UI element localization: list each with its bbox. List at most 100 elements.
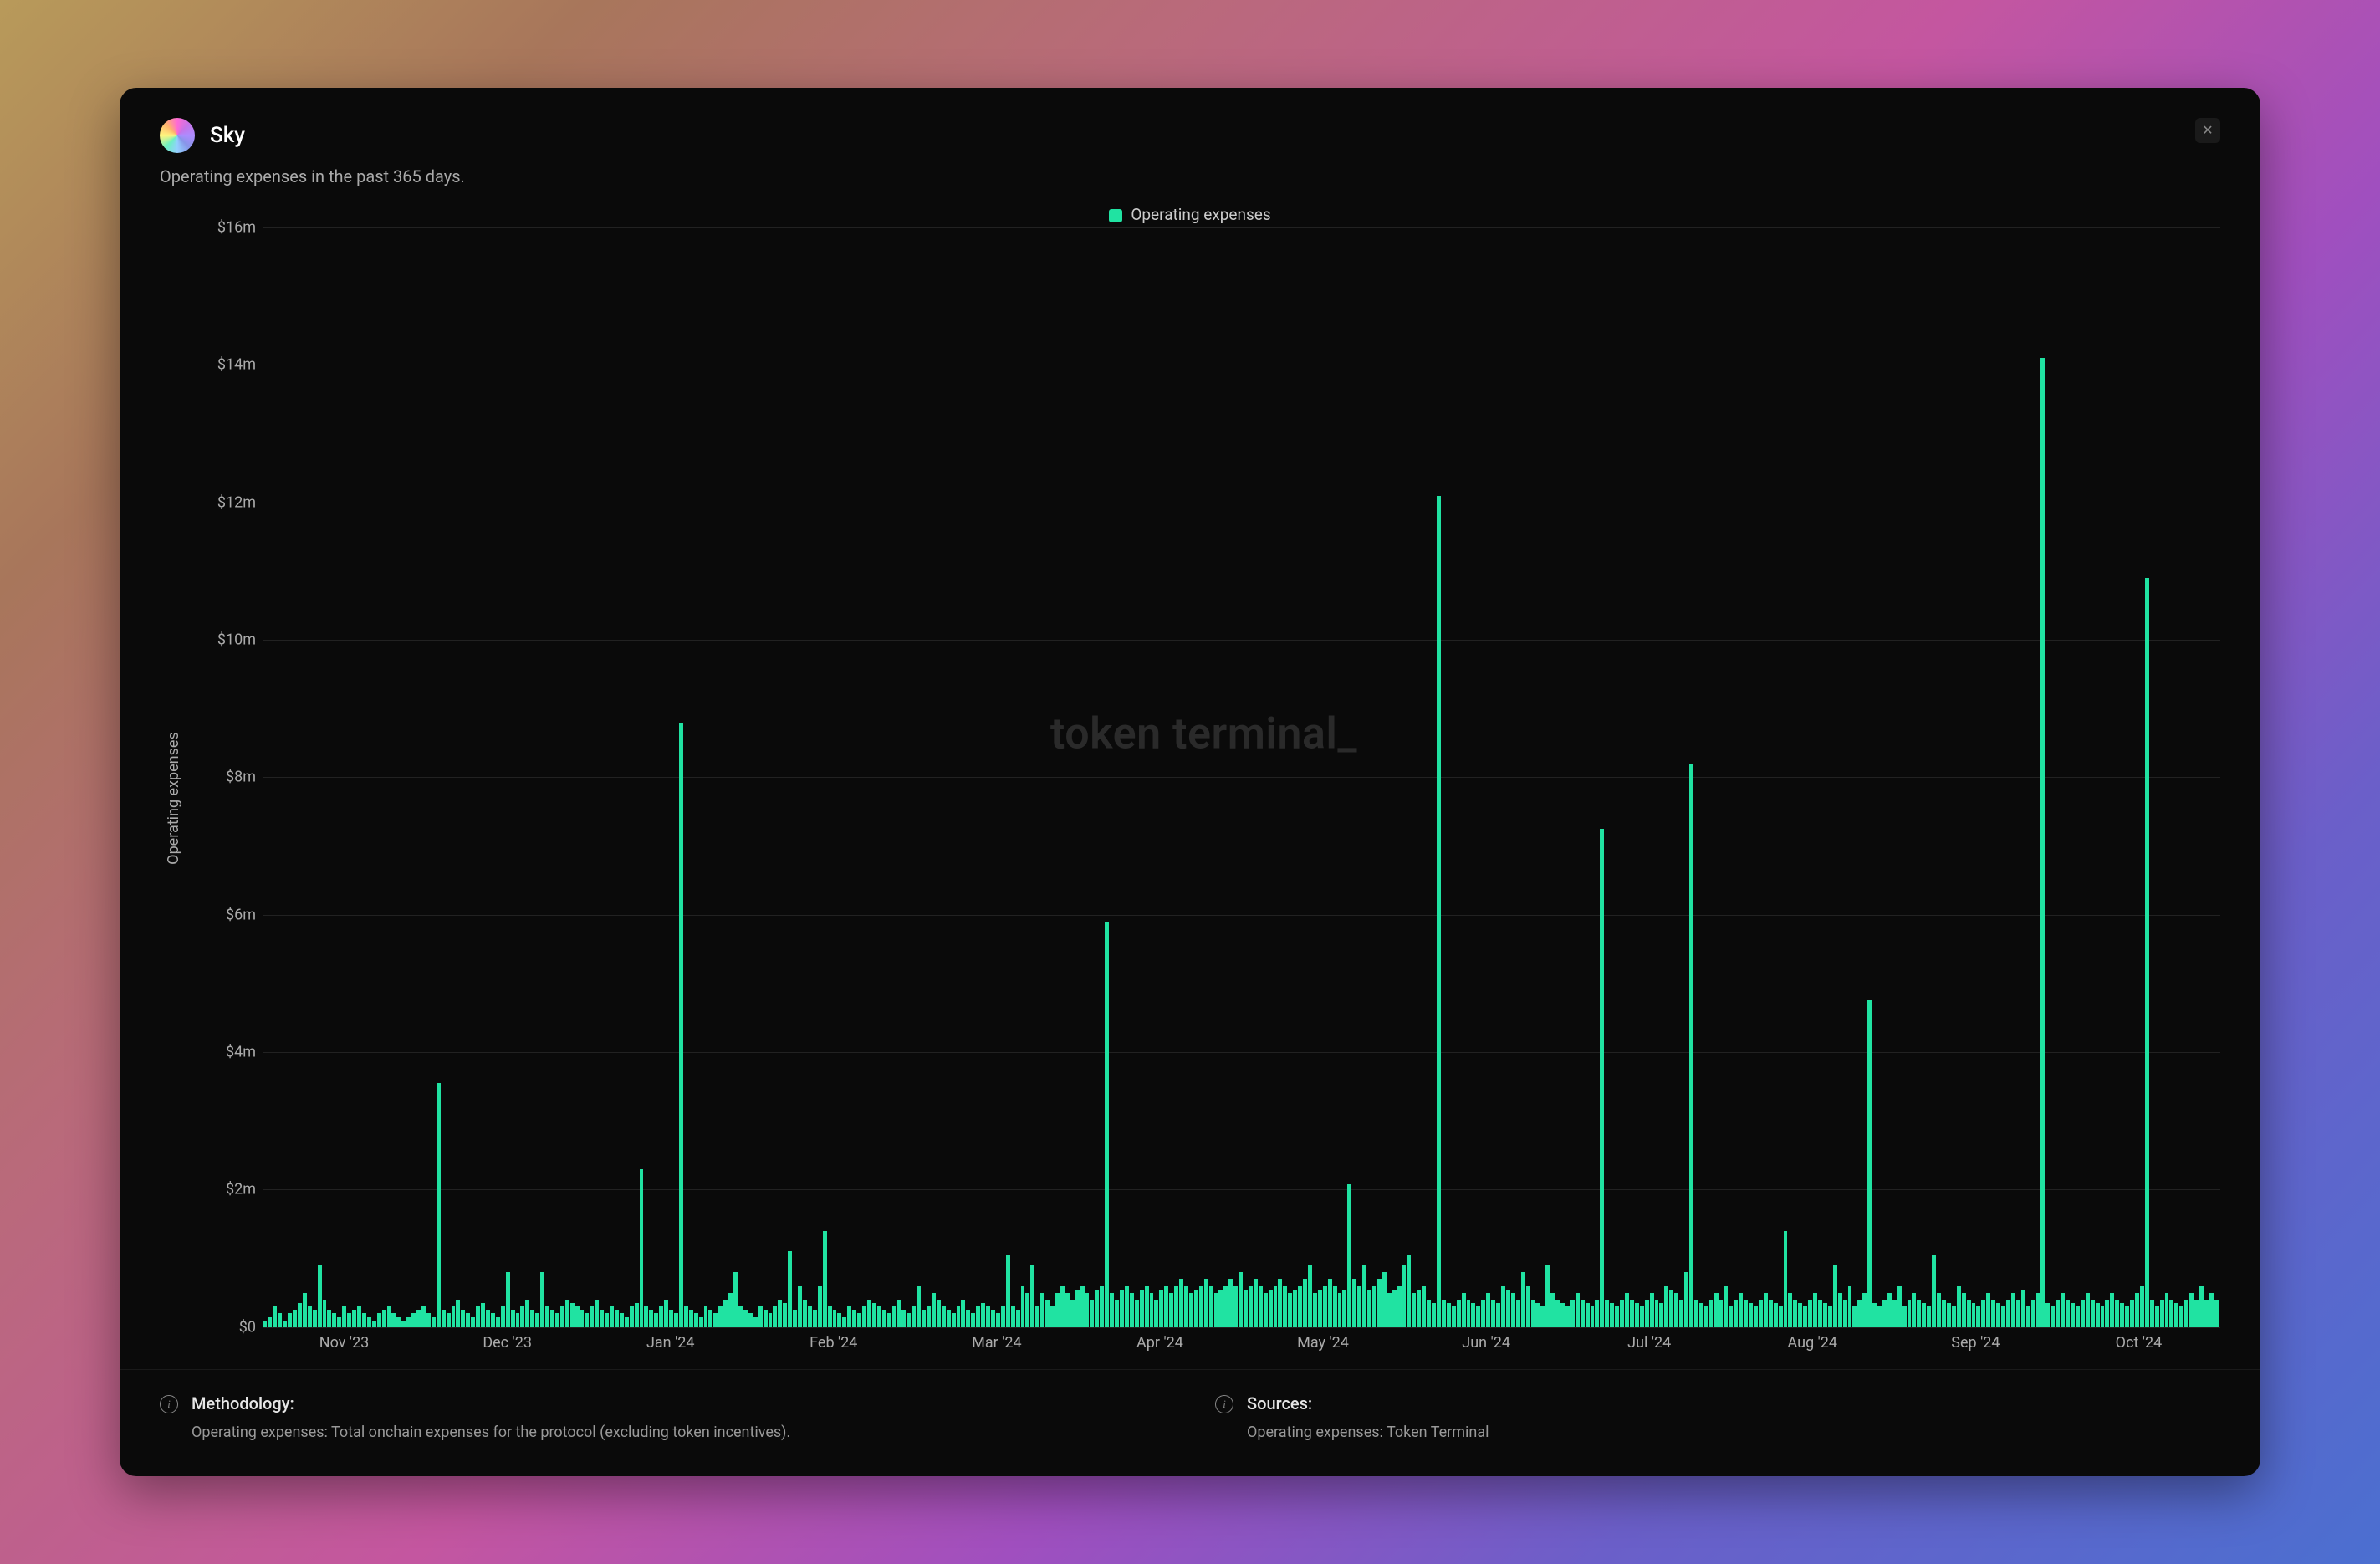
bar[interactable] bbox=[2086, 1293, 2090, 1327]
bar[interactable] bbox=[2081, 1300, 2085, 1327]
bar[interactable] bbox=[877, 1306, 881, 1327]
bar[interactable] bbox=[773, 1306, 777, 1327]
bar[interactable] bbox=[1303, 1279, 1307, 1327]
bar[interactable] bbox=[1917, 1300, 1921, 1327]
bar[interactable] bbox=[580, 1310, 585, 1327]
bar[interactable] bbox=[808, 1306, 812, 1327]
bar[interactable] bbox=[1967, 1300, 1971, 1327]
bar[interactable] bbox=[694, 1313, 698, 1326]
bar[interactable] bbox=[1447, 1303, 1451, 1327]
bar[interactable] bbox=[1278, 1279, 1282, 1327]
bar[interactable] bbox=[783, 1303, 787, 1327]
bar[interactable] bbox=[496, 1317, 500, 1327]
bar[interactable] bbox=[1110, 1293, 1114, 1327]
bar[interactable] bbox=[1714, 1293, 1719, 1327]
bar[interactable] bbox=[303, 1293, 307, 1327]
bar[interactable] bbox=[981, 1303, 985, 1327]
bar[interactable] bbox=[833, 1310, 837, 1327]
bar[interactable] bbox=[1972, 1303, 1976, 1327]
bar[interactable] bbox=[1947, 1303, 1951, 1327]
bar[interactable] bbox=[476, 1306, 480, 1327]
bar[interactable] bbox=[1724, 1286, 1728, 1327]
bar[interactable] bbox=[1630, 1300, 1634, 1327]
bar[interactable] bbox=[2199, 1286, 2204, 1327]
bar[interactable] bbox=[416, 1310, 421, 1327]
bar[interactable] bbox=[1591, 1306, 1595, 1327]
bar[interactable] bbox=[897, 1300, 901, 1327]
bar[interactable] bbox=[2115, 1300, 2119, 1327]
bar[interactable] bbox=[2040, 358, 2045, 1327]
bar[interactable] bbox=[2001, 1306, 2005, 1327]
bar[interactable] bbox=[1981, 1300, 1985, 1327]
bar[interactable] bbox=[1962, 1293, 1966, 1327]
bar[interactable] bbox=[867, 1300, 871, 1327]
bar[interactable] bbox=[1823, 1303, 1827, 1327]
bar[interactable] bbox=[1852, 1306, 1857, 1327]
bar[interactable] bbox=[1145, 1286, 1149, 1327]
bar[interactable] bbox=[625, 1317, 629, 1327]
bar[interactable] bbox=[2120, 1303, 2124, 1327]
bar[interactable] bbox=[535, 1313, 539, 1326]
bar[interactable] bbox=[1001, 1306, 1005, 1327]
bar[interactable] bbox=[2110, 1293, 2114, 1327]
bar[interactable] bbox=[753, 1317, 758, 1327]
bar[interactable] bbox=[1244, 1290, 1248, 1327]
bar[interactable] bbox=[1635, 1303, 1639, 1327]
bar[interactable] bbox=[273, 1306, 277, 1327]
bar[interactable] bbox=[426, 1313, 431, 1326]
bar[interactable] bbox=[630, 1306, 634, 1327]
bar[interactable] bbox=[733, 1272, 738, 1327]
bar[interactable] bbox=[1021, 1286, 1025, 1327]
bar[interactable] bbox=[1764, 1293, 1768, 1327]
bar[interactable] bbox=[1862, 1293, 1867, 1327]
bar[interactable] bbox=[862, 1306, 866, 1327]
bar[interactable] bbox=[1565, 1306, 1570, 1327]
bar[interactable] bbox=[372, 1321, 376, 1327]
bar[interactable] bbox=[2130, 1300, 2134, 1327]
bar[interactable] bbox=[540, 1272, 544, 1327]
bar[interactable] bbox=[1942, 1300, 1946, 1327]
bar[interactable] bbox=[649, 1310, 653, 1327]
bar[interactable] bbox=[837, 1313, 841, 1326]
bar[interactable] bbox=[1471, 1303, 1475, 1327]
bar[interactable] bbox=[1526, 1286, 1530, 1327]
bar[interactable] bbox=[332, 1313, 336, 1326]
bar[interactable] bbox=[1828, 1306, 1832, 1327]
bar[interactable] bbox=[2184, 1300, 2188, 1327]
bar[interactable] bbox=[778, 1300, 782, 1327]
bar[interactable] bbox=[511, 1310, 515, 1327]
bar[interactable] bbox=[947, 1310, 951, 1327]
bar[interactable] bbox=[2061, 1293, 2065, 1327]
bar[interactable] bbox=[605, 1313, 609, 1326]
bar[interactable] bbox=[758, 1306, 763, 1327]
bar[interactable] bbox=[942, 1306, 946, 1327]
bar[interactable] bbox=[1006, 1255, 1010, 1327]
bar[interactable] bbox=[1377, 1279, 1382, 1327]
bar[interactable] bbox=[1154, 1300, 1158, 1327]
bar[interactable] bbox=[1174, 1286, 1178, 1327]
bar[interactable] bbox=[2091, 1300, 2095, 1327]
bar[interactable] bbox=[917, 1286, 921, 1327]
close-button[interactable]: ✕ bbox=[2195, 118, 2220, 143]
bar[interactable] bbox=[1729, 1306, 1733, 1327]
bar[interactable] bbox=[1264, 1293, 1268, 1327]
bar[interactable] bbox=[1957, 1286, 1961, 1327]
bar[interactable] bbox=[1937, 1293, 1941, 1327]
bar[interactable] bbox=[1576, 1293, 1580, 1327]
bar[interactable] bbox=[1080, 1286, 1085, 1327]
bar[interactable] bbox=[382, 1310, 386, 1327]
bar[interactable] bbox=[1228, 1279, 1233, 1327]
bar[interactable] bbox=[769, 1313, 773, 1326]
bar[interactable] bbox=[1313, 1293, 1317, 1327]
bar[interactable] bbox=[1586, 1303, 1590, 1327]
bar[interactable] bbox=[1734, 1300, 1738, 1327]
bar[interactable] bbox=[2105, 1300, 2109, 1327]
bar[interactable] bbox=[748, 1313, 753, 1326]
bar[interactable] bbox=[2209, 1293, 2214, 1327]
bar[interactable] bbox=[976, 1306, 980, 1327]
bar[interactable] bbox=[1209, 1286, 1213, 1327]
bar[interactable] bbox=[1511, 1293, 1515, 1327]
bar[interactable] bbox=[1372, 1286, 1376, 1327]
bar[interactable] bbox=[2160, 1300, 2164, 1327]
bar[interactable] bbox=[461, 1310, 465, 1327]
